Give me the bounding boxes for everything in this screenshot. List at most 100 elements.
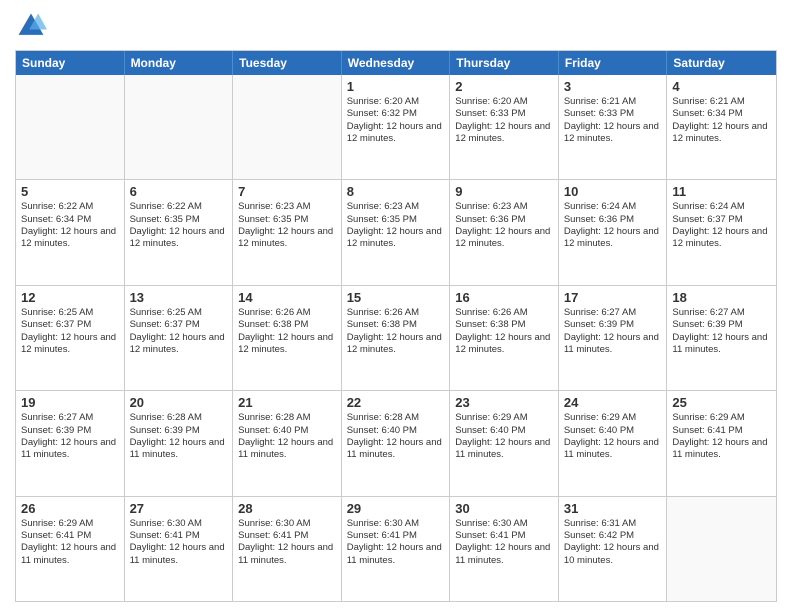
day-number: 2 xyxy=(455,79,553,94)
day-info: Sunrise: 6:27 AM Sunset: 6:39 PM Dayligh… xyxy=(564,307,662,356)
calendar-cell: 30 Sunrise: 6:30 AM Sunset: 6:41 PM Dayli… xyxy=(450,497,559,601)
calendar-cell: 8 Sunrise: 6:23 AM Sunset: 6:35 PM Daylig… xyxy=(342,180,451,284)
day-number: 5 xyxy=(21,184,119,199)
calendar-cell xyxy=(125,75,234,179)
header-cell-sunday: Sunday xyxy=(16,51,125,75)
day-number: 19 xyxy=(21,395,119,410)
day-info: Sunrise: 6:24 AM Sunset: 6:36 PM Dayligh… xyxy=(564,201,662,250)
calendar-cell: 10 Sunrise: 6:24 AM Sunset: 6:36 PM Dayli… xyxy=(559,180,668,284)
day-number: 22 xyxy=(347,395,445,410)
calendar-cell xyxy=(667,497,776,601)
calendar-row: 26Sunrise: 6:29 AM Sunset: 6:41 PM Dayli… xyxy=(16,496,776,601)
day-info: Sunrise: 6:28 AM Sunset: 6:40 PM Dayligh… xyxy=(347,412,445,461)
day-info: Sunrise: 6:26 AM Sunset: 6:38 PM Dayligh… xyxy=(455,307,553,356)
day-number: 14 xyxy=(238,290,336,305)
day-number: 23 xyxy=(455,395,553,410)
day-info: Sunrise: 6:28 AM Sunset: 6:39 PM Dayligh… xyxy=(130,412,228,461)
day-number: 18 xyxy=(672,290,771,305)
day-number: 28 xyxy=(238,501,336,516)
day-info: Sunrise: 6:22 AM Sunset: 6:35 PM Dayligh… xyxy=(130,201,228,250)
day-info: Sunrise: 6:20 AM Sunset: 6:32 PM Dayligh… xyxy=(347,96,445,145)
day-number: 21 xyxy=(238,395,336,410)
calendar-cell: 22 Sunrise: 6:28 AM Sunset: 6:40 PM Dayli… xyxy=(342,391,451,495)
day-number: 10 xyxy=(564,184,662,199)
calendar-cell: 15 Sunrise: 6:26 AM Sunset: 6:38 PM Dayli… xyxy=(342,286,451,390)
calendar-cell: 31 Sunrise: 6:31 AM Sunset: 6:42 PM Dayli… xyxy=(559,497,668,601)
logo-icon xyxy=(15,10,47,42)
day-info: Sunrise: 6:27 AM Sunset: 6:39 PM Dayligh… xyxy=(21,412,119,461)
day-info: Sunrise: 6:27 AM Sunset: 6:39 PM Dayligh… xyxy=(672,307,771,356)
calendar-cell xyxy=(233,75,342,179)
calendar-cell: 20Sunrise: 6:28 AM Sunset: 6:39 PM Dayli… xyxy=(125,391,234,495)
day-number: 6 xyxy=(130,184,228,199)
day-number: 13 xyxy=(130,290,228,305)
calendar-cell: 11 Sunrise: 6:24 AM Sunset: 6:37 PM Dayli… xyxy=(667,180,776,284)
calendar-cell: 27 Sunrise: 6:30 AM Sunset: 6:41 PM Dayli… xyxy=(125,497,234,601)
day-number: 24 xyxy=(564,395,662,410)
calendar-cell: 29 Sunrise: 6:30 AM Sunset: 6:41 PM Dayli… xyxy=(342,497,451,601)
day-info: Sunrise: 6:30 AM Sunset: 6:41 PM Dayligh… xyxy=(238,518,336,567)
day-info: Sunrise: 6:22 AM Sunset: 6:34 PM Dayligh… xyxy=(21,201,119,250)
day-number: 27 xyxy=(130,501,228,516)
day-info: Sunrise: 6:23 AM Sunset: 6:35 PM Dayligh… xyxy=(238,201,336,250)
day-info: Sunrise: 6:30 AM Sunset: 6:41 PM Dayligh… xyxy=(130,518,228,567)
calendar-cell: 7 Sunrise: 6:23 AM Sunset: 6:35 PM Daylig… xyxy=(233,180,342,284)
day-info: Sunrise: 6:24 AM Sunset: 6:37 PM Dayligh… xyxy=(672,201,771,250)
day-info: Sunrise: 6:30 AM Sunset: 6:41 PM Dayligh… xyxy=(347,518,445,567)
calendar-cell: 28 Sunrise: 6:30 AM Sunset: 6:41 PM Dayli… xyxy=(233,497,342,601)
day-number: 29 xyxy=(347,501,445,516)
day-info: Sunrise: 6:26 AM Sunset: 6:38 PM Dayligh… xyxy=(347,307,445,356)
day-info: Sunrise: 6:23 AM Sunset: 6:35 PM Dayligh… xyxy=(347,201,445,250)
calendar-cell: 17 Sunrise: 6:27 AM Sunset: 6:39 PM Dayli… xyxy=(559,286,668,390)
calendar-header: SundayMondayTuesdayWednesdayThursdayFrid… xyxy=(16,51,776,75)
page: SundayMondayTuesdayWednesdayThursdayFrid… xyxy=(0,0,792,612)
day-number: 11 xyxy=(672,184,771,199)
day-info: Sunrise: 6:20 AM Sunset: 6:33 PM Dayligh… xyxy=(455,96,553,145)
calendar-cell: 21 Sunrise: 6:28 AM Sunset: 6:40 PM Dayli… xyxy=(233,391,342,495)
day-info: Sunrise: 6:29 AM Sunset: 6:41 PM Dayligh… xyxy=(672,412,771,461)
day-info: Sunrise: 6:25 AM Sunset: 6:37 PM Dayligh… xyxy=(130,307,228,356)
logo xyxy=(15,10,51,42)
calendar-cell: 14Sunrise: 6:26 AM Sunset: 6:38 PM Dayli… xyxy=(233,286,342,390)
calendar-row: 5 Sunrise: 6:22 AM Sunset: 6:34 PM Daylig… xyxy=(16,179,776,284)
header-cell-wednesday: Wednesday xyxy=(342,51,451,75)
day-number: 30 xyxy=(455,501,553,516)
day-info: Sunrise: 6:25 AM Sunset: 6:37 PM Dayligh… xyxy=(21,307,119,356)
calendar-cell: 2 Sunrise: 6:20 AM Sunset: 6:33 PM Daylig… xyxy=(450,75,559,179)
day-info: Sunrise: 6:21 AM Sunset: 6:33 PM Dayligh… xyxy=(564,96,662,145)
day-number: 15 xyxy=(347,290,445,305)
day-number: 3 xyxy=(564,79,662,94)
calendar-cell: 18 Sunrise: 6:27 AM Sunset: 6:39 PM Dayli… xyxy=(667,286,776,390)
day-number: 31 xyxy=(564,501,662,516)
calendar-row: 12 Sunrise: 6:25 AM Sunset: 6:37 PM Dayli… xyxy=(16,285,776,390)
calendar-cell: 5 Sunrise: 6:22 AM Sunset: 6:34 PM Daylig… xyxy=(16,180,125,284)
header-cell-monday: Monday xyxy=(125,51,234,75)
calendar-cell: 16Sunrise: 6:26 AM Sunset: 6:38 PM Dayli… xyxy=(450,286,559,390)
calendar-cell: 19 Sunrise: 6:27 AM Sunset: 6:39 PM Dayli… xyxy=(16,391,125,495)
day-info: Sunrise: 6:29 AM Sunset: 6:40 PM Dayligh… xyxy=(455,412,553,461)
day-info: Sunrise: 6:28 AM Sunset: 6:40 PM Dayligh… xyxy=(238,412,336,461)
calendar-cell: 12 Sunrise: 6:25 AM Sunset: 6:37 PM Dayli… xyxy=(16,286,125,390)
day-number: 4 xyxy=(672,79,771,94)
calendar-cell: 23 Sunrise: 6:29 AM Sunset: 6:40 PM Dayli… xyxy=(450,391,559,495)
calendar-cell xyxy=(16,75,125,179)
day-number: 12 xyxy=(21,290,119,305)
calendar-cell: 6 Sunrise: 6:22 AM Sunset: 6:35 PM Daylig… xyxy=(125,180,234,284)
day-info: Sunrise: 6:30 AM Sunset: 6:41 PM Dayligh… xyxy=(455,518,553,567)
day-info: Sunrise: 6:21 AM Sunset: 6:34 PM Dayligh… xyxy=(672,96,771,145)
day-info: Sunrise: 6:29 AM Sunset: 6:40 PM Dayligh… xyxy=(564,412,662,461)
day-number: 17 xyxy=(564,290,662,305)
calendar-cell: 3 Sunrise: 6:21 AM Sunset: 6:33 PM Daylig… xyxy=(559,75,668,179)
day-number: 7 xyxy=(238,184,336,199)
day-number: 26 xyxy=(21,501,119,516)
header-cell-saturday: Saturday xyxy=(667,51,776,75)
calendar-row: 19 Sunrise: 6:27 AM Sunset: 6:39 PM Dayli… xyxy=(16,390,776,495)
calendar-cell: 24 Sunrise: 6:29 AM Sunset: 6:40 PM Dayli… xyxy=(559,391,668,495)
calendar-cell: 26Sunrise: 6:29 AM Sunset: 6:41 PM Dayli… xyxy=(16,497,125,601)
day-info: Sunrise: 6:31 AM Sunset: 6:42 PM Dayligh… xyxy=(564,518,662,567)
header-cell-thursday: Thursday xyxy=(450,51,559,75)
header-cell-friday: Friday xyxy=(559,51,668,75)
calendar: SundayMondayTuesdayWednesdayThursdayFrid… xyxy=(15,50,777,602)
day-number: 1 xyxy=(347,79,445,94)
day-number: 8 xyxy=(347,184,445,199)
